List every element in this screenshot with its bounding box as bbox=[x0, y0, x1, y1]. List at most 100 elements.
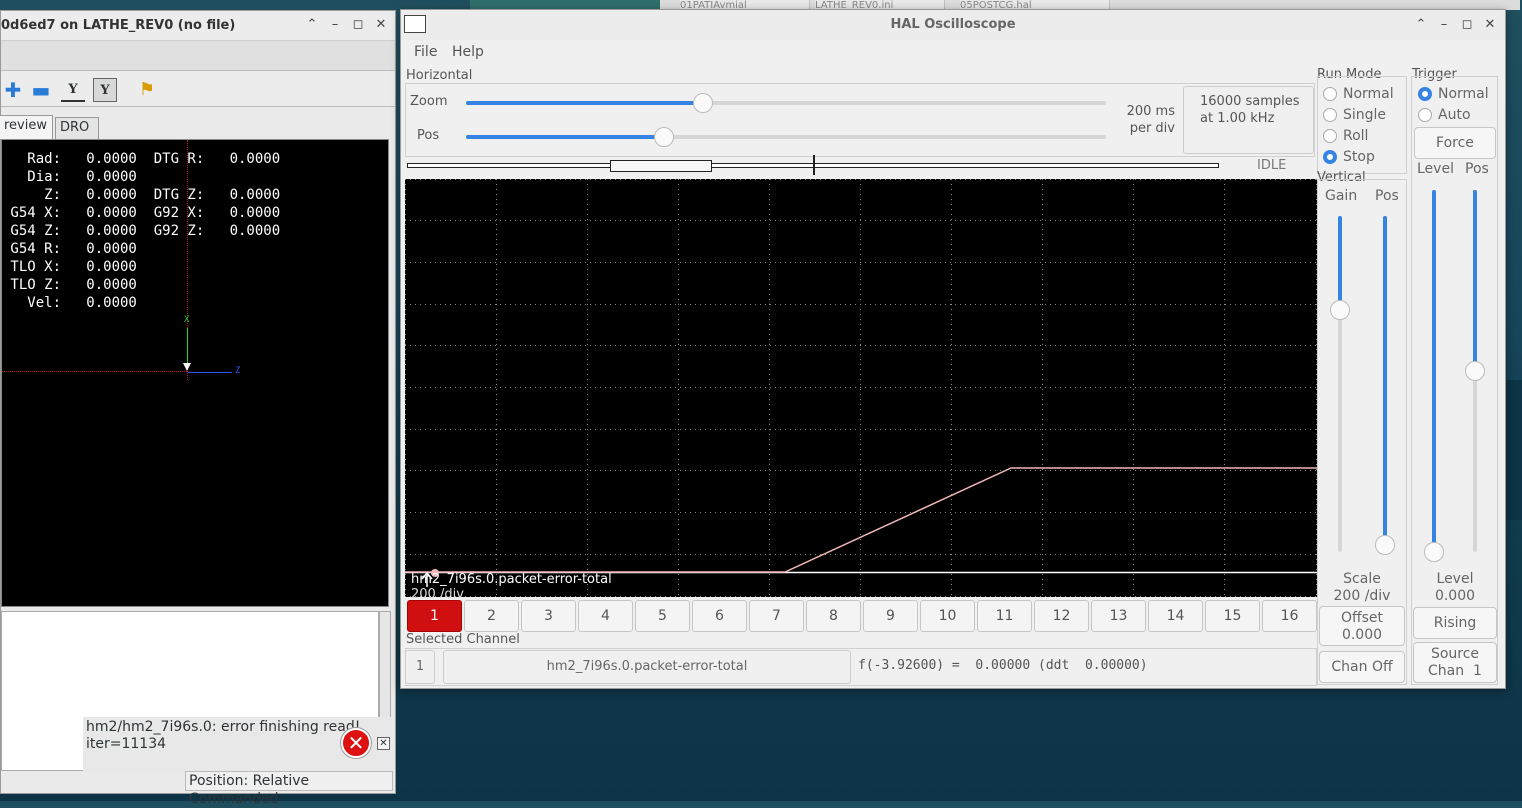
chevron-up-icon[interactable]: ⌃ bbox=[1413, 17, 1429, 33]
trigger-pos-label: Pos bbox=[1465, 161, 1489, 177]
zoom-slider[interactable] bbox=[466, 93, 1106, 113]
close-icon[interactable]: ✕ bbox=[377, 737, 390, 750]
chan-off-button[interactable]: Chan Off bbox=[1319, 651, 1405, 683]
selected-channel-name-button[interactable]: hm2_7i96s.0.packet-error-total bbox=[443, 650, 851, 684]
gain-slider-handle[interactable] bbox=[1330, 300, 1350, 321]
pos-label: Pos bbox=[417, 128, 440, 143]
channel-button[interactable]: 2 bbox=[464, 600, 519, 632]
channel-button[interactable]: 10 bbox=[920, 600, 975, 632]
run-mode-normal-radio[interactable] bbox=[1323, 87, 1337, 101]
axis-titlebar: 0d6ed7 on LATHE_REV0 (no file) ⌃ – ◻ ✕ bbox=[1, 11, 395, 41]
trigger-auto-label[interactable]: Auto bbox=[1438, 107, 1471, 123]
run-mode-single-radio[interactable] bbox=[1323, 108, 1337, 122]
channel-button-bar: 1 2 3 4 5 6 7 8 9 10 11 12 13 14 15 16 bbox=[405, 598, 1317, 632]
tab-dro[interactable]: DRO bbox=[55, 117, 99, 139]
menu-help[interactable]: Help bbox=[452, 44, 484, 60]
maximize-icon[interactable]: ◻ bbox=[1459, 17, 1475, 33]
status-bar: Position: Relative Commanded bbox=[185, 771, 393, 807]
zoom-slider-handle[interactable] bbox=[692, 93, 713, 113]
channel-button[interactable]: 7 bbox=[749, 600, 804, 632]
hal-scope-window: HAL Oscilloscope ⌃ – ◻ ✕ File Help Horiz… bbox=[400, 9, 1506, 689]
channel-button[interactable]: 12 bbox=[1034, 600, 1089, 632]
scope-window-title: HAL Oscilloscope bbox=[890, 17, 1016, 32]
dro-display: Rad: 0.0000 DTG R: 0.0000 Dia: 0.0000 Z:… bbox=[1, 139, 389, 607]
run-mode-single-label[interactable]: Single bbox=[1343, 107, 1386, 123]
close-icon[interactable]: ✕ bbox=[373, 17, 389, 33]
timeline-trigger-marker bbox=[813, 155, 815, 175]
trigger-level-slider-handle[interactable] bbox=[1424, 542, 1444, 562]
run-mode-roll-label[interactable]: Roll bbox=[1343, 128, 1368, 144]
dro-line: G54 R: 0.0000 bbox=[2, 241, 137, 257]
gain-label: Gain bbox=[1325, 188, 1358, 204]
gain-slider[interactable] bbox=[1330, 216, 1350, 552]
scope-display[interactable]: hm2_7i96s.0.packet-error-total 200 /div bbox=[405, 179, 1317, 602]
maximize-icon[interactable]: ◻ bbox=[350, 17, 366, 33]
trigger-normal-label[interactable]: Normal bbox=[1438, 86, 1489, 102]
axis-tabbar: review DRO bbox=[0, 115, 393, 139]
channel-button[interactable]: 16 bbox=[1262, 600, 1317, 632]
axis-menubar bbox=[1, 41, 395, 71]
gnomon-x-axis bbox=[187, 328, 188, 366]
position-slider-fill bbox=[466, 135, 665, 139]
trigger-level-readout: Level 0.000 bbox=[1434, 571, 1476, 604]
channel-button[interactable]: 15 bbox=[1205, 600, 1260, 632]
channel-button[interactable]: 8 bbox=[806, 600, 861, 632]
run-mode-stop-label[interactable]: Stop bbox=[1343, 149, 1375, 165]
zoom-in-icon[interactable]: ✚ bbox=[1, 78, 25, 102]
tab-preview[interactable]: review bbox=[0, 115, 53, 139]
minimize-icon[interactable]: – bbox=[327, 17, 343, 33]
zoom-out-icon[interactable]: ▬ bbox=[29, 78, 53, 102]
gnomon-x-label: X bbox=[184, 315, 190, 325]
menu-file[interactable]: File bbox=[414, 44, 437, 60]
trigger-pos-slider[interactable] bbox=[1465, 190, 1485, 552]
channel-button[interactable]: 4 bbox=[578, 600, 633, 632]
samples-button[interactable]: 16000 samples at 1.00 kHz bbox=[1183, 86, 1314, 154]
vertical-pos-slider[interactable] bbox=[1375, 216, 1395, 556]
view-y-icon[interactable]: Y bbox=[61, 78, 85, 102]
trace-channel-label: hm2_7i96s.0.packet-error-total bbox=[411, 572, 612, 587]
chevron-up-icon[interactable]: ⌃ bbox=[304, 17, 320, 33]
trigger-level-slider[interactable] bbox=[1424, 190, 1444, 562]
trigger-level-label: Level bbox=[1417, 161, 1454, 177]
axis-window-title: 0d6ed7 on LATHE_REV0 (no file) bbox=[1, 18, 236, 33]
channel-button[interactable]: 1 bbox=[407, 600, 462, 632]
trigger-pos-slider-handle[interactable] bbox=[1465, 361, 1485, 381]
run-mode-stop-radio[interactable] bbox=[1323, 150, 1337, 164]
dro-line: Rad: 0.0000 DTG R: 0.0000 bbox=[2, 151, 281, 167]
vertical-scale-readout: Scale 200 /div bbox=[1333, 571, 1391, 604]
record-timeline[interactable] bbox=[407, 155, 1219, 175]
position-slider[interactable] bbox=[466, 127, 1106, 147]
timeline-view-window[interactable] bbox=[610, 160, 712, 172]
channel-button[interactable]: 11 bbox=[977, 600, 1032, 632]
dro-line: G54 X: 0.0000 G92 X: 0.0000 bbox=[2, 205, 281, 221]
error-notification: hm2/hm2_7i96s.0: error finishing read! i… bbox=[83, 717, 393, 771]
machine-limit-line bbox=[2, 371, 187, 372]
force-trigger-button[interactable]: Force bbox=[1414, 127, 1496, 159]
channel-button[interactable]: 6 bbox=[692, 600, 747, 632]
clear-plot-brush-icon[interactable]: ⚑ bbox=[135, 78, 159, 102]
dro-line: Vel: 0.0000 bbox=[2, 295, 137, 311]
channel-button[interactable]: 3 bbox=[521, 600, 576, 632]
scope-state-label: IDLE bbox=[1257, 158, 1287, 173]
trigger-level-slider-fill bbox=[1432, 190, 1436, 552]
sample-rate-readout: 200 ms per div bbox=[1126, 104, 1175, 136]
run-mode-normal-label[interactable]: Normal bbox=[1343, 86, 1394, 102]
channel-button[interactable]: 5 bbox=[635, 600, 690, 632]
offset-button[interactable]: Offset 0.000 bbox=[1319, 606, 1405, 646]
close-icon[interactable]: ✕ bbox=[1482, 17, 1498, 33]
dro-line: TLO Z: 0.0000 bbox=[2, 277, 137, 293]
trigger-normal-radio[interactable] bbox=[1418, 87, 1432, 101]
scope-grid bbox=[405, 179, 1317, 597]
channel-button[interactable]: 13 bbox=[1091, 600, 1146, 632]
channel-button[interactable]: 9 bbox=[863, 600, 918, 632]
gain-slider-fill bbox=[1338, 216, 1342, 311]
view-y-rotated-icon[interactable]: Y bbox=[93, 78, 117, 102]
channel-button[interactable]: 14 bbox=[1148, 600, 1203, 632]
trigger-source-button[interactable]: Source Chan 1 bbox=[1413, 642, 1497, 683]
error-message: hm2/hm2_7i96s.0: error finishing read! i… bbox=[86, 719, 361, 752]
minimize-icon[interactable]: – bbox=[1436, 17, 1452, 33]
trigger-auto-radio[interactable] bbox=[1418, 108, 1432, 122]
selected-channel-value: f(-3.92600) = 0.00000 (ddt 0.00000) bbox=[858, 658, 1148, 673]
trigger-edge-button[interactable]: Rising bbox=[1413, 607, 1497, 639]
run-mode-roll-radio[interactable] bbox=[1323, 129, 1337, 143]
